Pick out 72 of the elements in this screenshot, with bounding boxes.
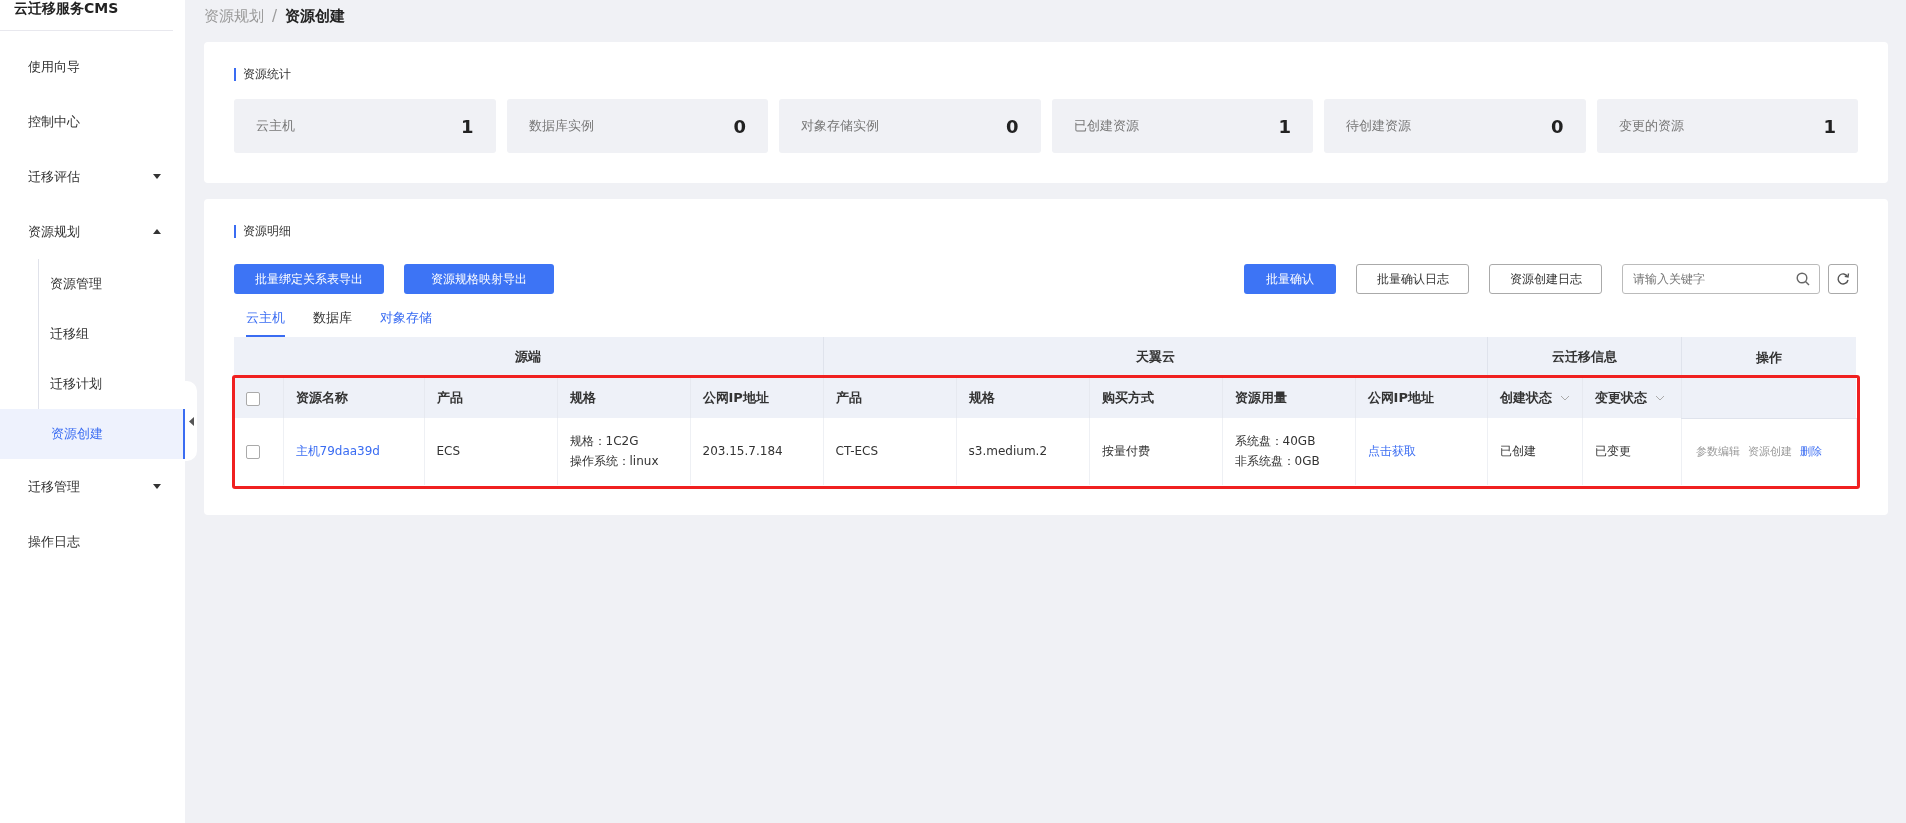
table-cell-text: 已变更 (1594, 443, 1632, 461)
breadcrumb-separator: / (272, 7, 278, 25)
collapse-handle[interactable] (185, 381, 197, 461)
sidebar-item[interactable]: 使用向导 (0, 39, 185, 94)
column-group-header: 源端 (234, 337, 824, 378)
chevron-down-icon[interactable] (1654, 395, 1665, 401)
sidebar-item[interactable]: 操作日志 (0, 514, 185, 569)
stat-value: 0 (1005, 115, 1019, 137)
stat-value: 1 (1278, 115, 1291, 137)
stat-value: 0 (1550, 115, 1564, 137)
column-header: 购买方式 (1101, 389, 1154, 407)
column-header: 资源用量 (1234, 389, 1287, 407)
export-button[interactable]: 批量绑定关系表导出 (234, 264, 384, 294)
sidebar-subitem[interactable]: 资源创建 (0, 409, 185, 459)
stat-value: 1 (1823, 115, 1836, 137)
tab[interactable]: 数据库 (313, 304, 352, 337)
table-link[interactable]: 主机79daa39d (295, 442, 412, 460)
refresh-icon (1836, 272, 1850, 286)
column-header: 规格 (569, 389, 596, 407)
breadcrumb-item: 资源创建 (285, 6, 346, 26)
table-cell-text: CT-ECS (835, 443, 880, 461)
column-header: 公网IP地址 (702, 389, 769, 407)
column-header: 产品 (436, 389, 463, 407)
column-header: 操作 (1755, 349, 1782, 367)
search-icon (1796, 272, 1810, 286)
column-group-header: 云迁移信息 (1487, 337, 1682, 378)
log-button[interactable]: 资源创建日志 (1489, 264, 1602, 294)
export-button[interactable]: 资源规格映射导出 (404, 264, 554, 294)
sidebar-item[interactable]: 迁移管理 (0, 459, 185, 514)
sidebar-item[interactable]: 迁移评估 (0, 149, 185, 204)
section-title: 资源明细 (234, 225, 1858, 238)
column-header: 变更状态 (1594, 389, 1647, 407)
table-cell-text: 操作系统：linux (569, 453, 660, 471)
action-link[interactable]: 删除 (1799, 445, 1822, 458)
chevron-down-icon[interactable] (1559, 395, 1570, 401)
column-header: 规格 (968, 389, 995, 407)
table-cell-text: s3.medium.2 (968, 443, 1049, 461)
column-group-header: 天翼云 (823, 337, 1488, 378)
sidebar-subitem[interactable]: 迁移计划 (38, 359, 185, 409)
select-all-checkbox[interactable] (246, 391, 260, 406)
log-button[interactable]: 批量确认日志 (1356, 264, 1469, 294)
table-cell-text: 系统盘：40GB (1234, 433, 1317, 451)
column-header: 产品 (835, 389, 862, 407)
stat-value: 1 (460, 115, 474, 137)
refresh-button[interactable] (1828, 264, 1858, 294)
row-checkbox[interactable] (246, 444, 260, 459)
app-title: 云迁移服务CMS (0, 0, 173, 31)
stat-label: 已创建资源 (1073, 117, 1139, 135)
section-title: 资源统计 (234, 68, 1858, 81)
table-cell-text: 已创建 (1499, 443, 1537, 461)
table-link[interactable]: 点击获取 (1367, 442, 1475, 460)
table-cell-text: 按量付费 (1101, 443, 1151, 461)
confirm-button[interactable]: 批量确认 (1244, 264, 1336, 294)
stat-value: 0 (733, 115, 746, 137)
stat-label: 对象存储实例 (801, 117, 879, 135)
tab[interactable]: 对象存储 (380, 304, 432, 337)
sidebar-item[interactable]: 资源规划 (0, 204, 185, 259)
sidebar-subitem[interactable]: 迁移组 (38, 309, 185, 359)
sidebar-subitem[interactable]: 资源管理 (38, 259, 185, 309)
sidebar-item[interactable]: 控制中心 (0, 94, 185, 149)
table-cell-text: 非系统盘：0GB (1234, 453, 1321, 471)
column-header: 公网IP地址 (1367, 389, 1434, 407)
stat-label: 待创建资源 (1346, 117, 1411, 135)
table-cell-text: 规格：1C2G (569, 433, 640, 451)
column-header: 创建状态 (1499, 389, 1552, 407)
search-field[interactable]: 请输入关键字 (1622, 264, 1820, 294)
table-cell-text: 203.15.7.184 (702, 443, 784, 461)
stat-label: 数据库实例 (528, 117, 594, 135)
stat-label: 云主机 (256, 117, 295, 135)
column-header: 资源名称 (295, 389, 348, 407)
table-cell-text: ECS (436, 443, 462, 461)
stat-label: 变更的资源 (1618, 117, 1684, 135)
